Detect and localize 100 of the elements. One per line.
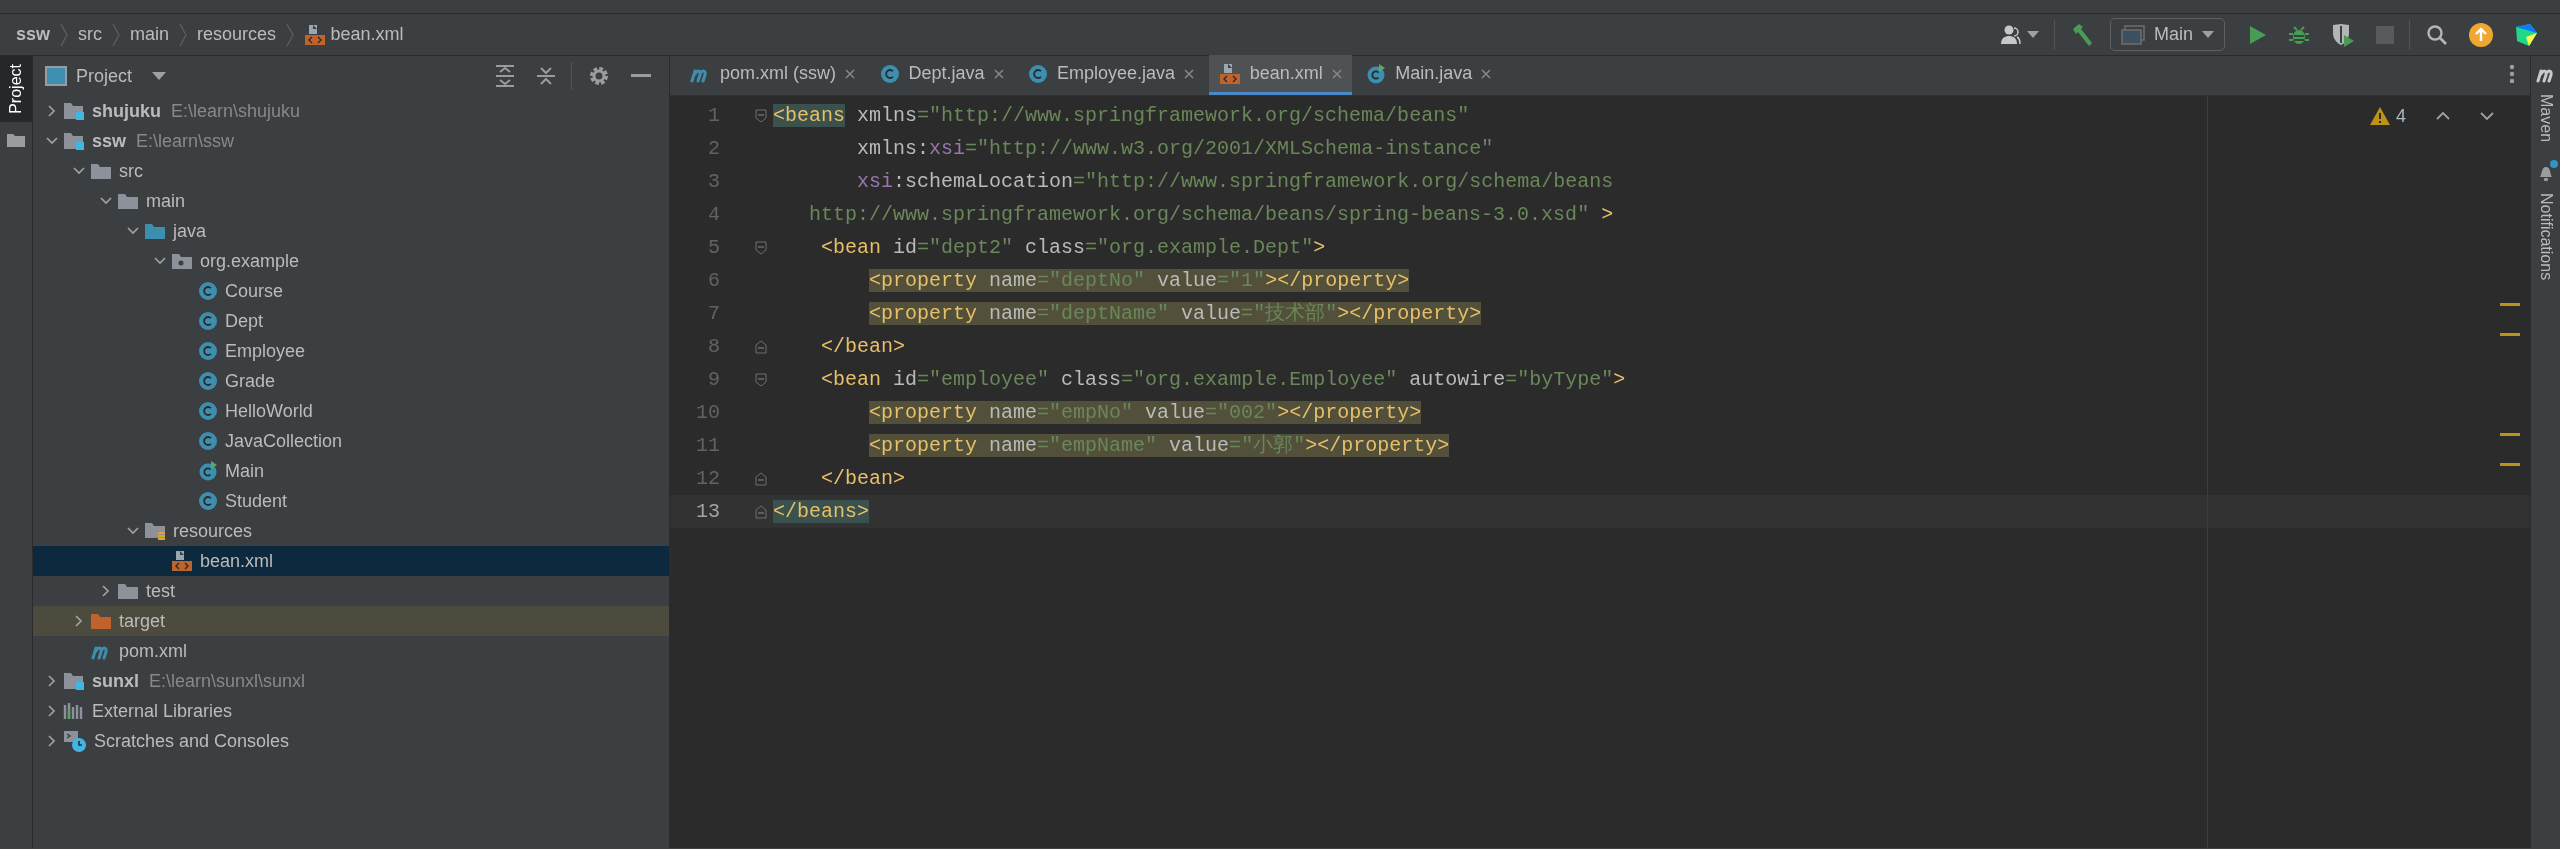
class-icon (198, 311, 218, 331)
line-number: 4 (707, 202, 720, 228)
tree-item-label: resources (173, 519, 253, 543)
tree-row[interactable]: Student (33, 486, 669, 516)
editor-tab[interactable]: Dept.java (869, 55, 1014, 95)
tool-window-tab[interactable]: Project (0, 56, 32, 122)
tree-row[interactable]: External Libraries (33, 696, 669, 726)
expand-all-icon (495, 65, 515, 87)
code-line: <bean id="dept2" class="org.example.Dept"> (821, 235, 1326, 261)
tree-item-path: E:\learn\sunxl\sunxl (149, 669, 306, 693)
search-icon (2426, 23, 2448, 46)
module-folder-icon (63, 101, 85, 121)
class-icon (198, 281, 218, 301)
line-number: 12 (695, 466, 720, 492)
folder-icon (90, 612, 112, 630)
close-icon[interactable] (1184, 68, 1195, 79)
fold-marker-icon[interactable] (755, 471, 767, 486)
module-folder-icon (63, 131, 85, 151)
tree-item-label: Dept (225, 309, 264, 333)
line-number: 8 (707, 334, 720, 360)
tree-item-label: test (146, 579, 175, 603)
fold-marker-icon[interactable] (755, 504, 767, 519)
warning-marker[interactable] (2500, 303, 2520, 306)
tree-item-label: pom.xml (119, 639, 187, 663)
tree-row[interactable]: org.example (33, 246, 669, 276)
window-icon (2121, 24, 2145, 45)
tree-row[interactable]: ssw E:\learn\ssw (33, 126, 669, 156)
tree-row[interactable]: Dept (33, 306, 669, 336)
warning-marker[interactable] (2500, 333, 2520, 336)
fold-marker-icon[interactable] (755, 240, 767, 255)
editor-tab[interactable]: bean.xml (1208, 55, 1352, 95)
caret-icon (151, 71, 166, 81)
tool-window-tab[interactable]: Notifications (2529, 191, 2560, 283)
fold-marker-icon[interactable] (755, 372, 767, 387)
stop-icon (2376, 25, 2394, 44)
tree-item-label: External Libraries (92, 699, 233, 723)
breadcrumb-link[interactable]: bean.xml (304, 21, 404, 48)
close-icon[interactable] (993, 68, 1004, 79)
run-configuration-dropdown[interactable]: Main (2110, 18, 2225, 51)
tree-row[interactable]: sunxl E:\learn\sunxl\sunxl (33, 666, 669, 696)
editor-tab[interactable]: Employee.java (1018, 55, 1205, 95)
tree-item-label: shujuku (92, 99, 161, 123)
tree-row[interactable]: Scratches and Consoles (33, 726, 669, 756)
tree-row[interactable]: Employee (33, 336, 669, 366)
runnable-class-icon (198, 461, 218, 481)
code-line: xsi:schemaLocation="http://www.springframework.org/schema/beans (857, 169, 1614, 195)
code-line: <beans xmlns="http://www.springframework.org/schema/beans" (773, 103, 1470, 129)
tree-row[interactable]: shujuku E:\learn\shujuku (33, 96, 669, 126)
tree-item-path: E:\learn\ssw (136, 129, 235, 153)
breadcrumb-link[interactable]: ssw (16, 21, 51, 48)
close-icon[interactable] (1331, 68, 1342, 79)
breadcrumb-link[interactable]: main (130, 21, 170, 48)
breadcrumb-link[interactable]: src (78, 21, 103, 48)
minimize-icon (631, 74, 651, 78)
caret-icon (2027, 30, 2039, 39)
line-number: 13 (695, 499, 720, 525)
source-folder-icon (144, 222, 166, 240)
tree-row[interactable]: bean.xml (33, 546, 669, 576)
breadcrumb-separator (178, 21, 189, 48)
tree-item-label: Employee (225, 339, 306, 363)
warning-marker[interactable] (2500, 433, 2520, 436)
tree-row[interactable]: JavaCollection (33, 426, 669, 456)
play-icon (2249, 24, 2267, 45)
editor-tab[interactable]: pom.xml (ssw) (679, 55, 865, 95)
tree-row[interactable]: main (33, 186, 669, 216)
chevron-down-icon (2480, 111, 2494, 121)
tree-row[interactable]: Main (33, 456, 669, 486)
tree-item-label: src (119, 159, 143, 183)
tree-item-label: Grade (225, 369, 276, 393)
breadcrumb-link[interactable]: resources (197, 21, 277, 48)
class-icon (198, 371, 218, 391)
close-icon[interactable] (845, 68, 855, 79)
line-number: 1 (707, 103, 720, 129)
library-icon (63, 701, 85, 721)
folder-icon (7, 132, 25, 147)
line-number: 6 (707, 268, 720, 294)
tree-row[interactable]: pom.xml (33, 636, 669, 666)
tree-item-label: main (146, 189, 185, 213)
tree-row[interactable]: resources (33, 516, 669, 546)
tree-row[interactable]: src (33, 156, 669, 186)
tree-item-label: Scratches and Consoles (94, 729, 290, 753)
tree-row[interactable]: HelloWorld (33, 396, 669, 426)
close-icon[interactable] (1481, 68, 1492, 79)
editor-tab[interactable]: Main.java (1356, 55, 1502, 95)
tool-window-tab[interactable]: Maven (2529, 92, 2560, 145)
bug-icon (2288, 23, 2310, 46)
tree-row[interactable]: target (33, 606, 669, 636)
tree-row[interactable]: java (33, 216, 669, 246)
tree-row[interactable]: Course (33, 276, 669, 306)
line-number: 10 (695, 400, 720, 426)
tree-item-path: E:\learn\shujuku (171, 99, 301, 123)
class-icon (198, 431, 218, 451)
fold-marker-icon[interactable] (755, 108, 767, 123)
fold-marker-icon[interactable] (755, 339, 767, 354)
tree-row[interactable]: Grade (33, 366, 669, 396)
warnings-indicator[interactable]: 4 (2363, 104, 2412, 128)
window-icon (45, 66, 67, 86)
tree-row[interactable]: test (33, 576, 669, 606)
warning-marker[interactable] (2500, 463, 2520, 466)
warning-icon (2369, 106, 2392, 126)
